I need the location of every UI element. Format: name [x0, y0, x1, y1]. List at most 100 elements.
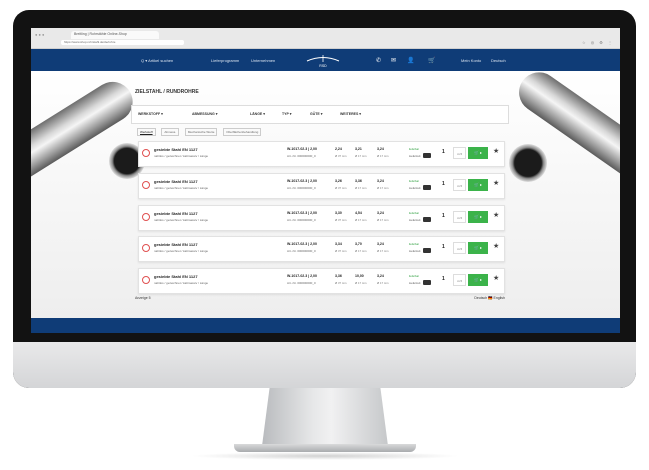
value-1-sub: Ø 37 mm	[335, 186, 347, 190]
quantity-value[interactable]: 1	[442, 181, 445, 187]
tab-mechanische-werte[interactable]: Mechanische Werte	[184, 128, 218, 136]
truck-icon	[423, 185, 431, 190]
quantity-value[interactable]: 1	[442, 213, 445, 219]
stock-status: lieferbar	[409, 147, 420, 151]
account-link[interactable]: Mein Konto	[461, 58, 481, 63]
value-1: 3,26	[335, 179, 342, 183]
favorite-icon[interactable]: ★	[493, 180, 499, 188]
truck-icon	[423, 280, 431, 285]
product-row[interactable]: gesiebte Stahl EN 1127 nahtlos / gezeichn…	[138, 173, 505, 199]
filter-werkstoff[interactable]: WERKSTOFF ▾	[138, 112, 163, 116]
product-code: W-1017-02.3 | 2,00	[287, 242, 317, 246]
product-code: W-1017-02.3 | 2,00	[287, 274, 317, 278]
tab-oberflaeche[interactable]: Oberflächenbehandlung	[223, 128, 262, 136]
add-to-cart-button[interactable]: 🛒 ▸	[468, 242, 488, 254]
filter-abmessung[interactable]: ABMESSUNG ▾	[192, 112, 217, 116]
user-icon[interactable]: 👤	[407, 57, 414, 64]
logo-text: RSD	[319, 64, 327, 68]
tab-abmessung[interactable]: Abmess.	[161, 128, 180, 136]
browser-tab[interactable]: Breitling | Rohrstähle Online-Shop	[71, 31, 159, 39]
favorite-icon[interactable]: ★	[493, 212, 499, 220]
window-controls[interactable]: ● ● ●	[35, 32, 44, 37]
product-row[interactable]: gesiebte Stahl EN 1127 nahtlos / gezeichn…	[138, 141, 505, 167]
article-number: Art.-Nr. 000000000_0	[287, 186, 316, 190]
product-name[interactable]: gesiebte Stahl EN 1127	[154, 211, 198, 216]
product-code: W-1017-02.3 | 2,00	[287, 211, 317, 215]
select-radio[interactable]	[142, 276, 150, 284]
add-to-cart-button[interactable]: 🛒 ▸	[468, 274, 488, 286]
browser-toolbar-icons[interactable]: ☆ ◎ ⚙ ⋮	[582, 40, 614, 45]
product-name[interactable]: gesiebte Stahl EN 1127	[154, 274, 198, 279]
product-row[interactable]: gesiebte Stahl EN 1127 nahtlos / gezeichn…	[138, 205, 505, 231]
imac-stand-base	[234, 444, 416, 452]
product-row[interactable]: gesiebte Stahl EN 1127 nahtlos / gezeichn…	[138, 236, 505, 262]
mail-icon[interactable]: ✉	[391, 57, 396, 64]
unit-select[interactable]: m ▾	[453, 179, 466, 191]
value-1-sub: Ø 37 mm	[335, 249, 347, 253]
stock-status: lieferbar	[409, 242, 420, 246]
language-switch[interactable]: Deutsch 🇩🇪 English	[474, 296, 505, 300]
sub-tabs: Werkstoff Abmess. Mechanische Werte Ober…	[137, 128, 266, 136]
unit-select[interactable]: m ▾	[453, 242, 466, 254]
product-description: nahtlos / gezeichnet / kaltmassiv / Läng…	[154, 218, 209, 222]
favorite-icon[interactable]: ★	[493, 148, 499, 156]
unit-select[interactable]: m ▾	[453, 274, 466, 286]
quantity-value[interactable]: 1	[442, 276, 445, 282]
filter-typ[interactable]: TYP ▾	[282, 112, 291, 116]
browser-chrome: ● ● ● Breitling | Rohrstähle Online-Shop…	[31, 28, 620, 49]
quantity-value[interactable]: 1	[442, 244, 445, 250]
filter-bar: WERKSTOFF ▾ ABMESSUNG ▾ LÄNGE ▾ TYP ▾ GÜ…	[131, 105, 509, 124]
filter-laenge[interactable]: LÄNGE ▾	[250, 112, 265, 116]
filter-guete[interactable]: GÜTE ▾	[310, 112, 322, 116]
language-link[interactable]: Deutsch	[491, 58, 506, 63]
value-2-sub: Ø 17 mm	[355, 186, 367, 190]
product-row[interactable]: gesiebte Stahl EN 1127 nahtlos / gezeichn…	[138, 268, 505, 294]
select-radio[interactable]	[142, 149, 150, 157]
truck-icon	[423, 153, 431, 158]
select-radio[interactable]	[142, 244, 150, 252]
value-1: 3,34	[335, 242, 342, 246]
product-name[interactable]: gesiebte Stahl EN 1127	[154, 147, 198, 152]
filter-weiteres[interactable]: WEITERES ▾	[340, 112, 361, 116]
brand-logo[interactable]: RSD	[303, 52, 343, 68]
value-2: 3,70	[355, 242, 362, 246]
quantity-value[interactable]: 1	[442, 149, 445, 155]
nav-link-lieferprogramm[interactable]: Lieferprogramm	[211, 58, 239, 63]
page-title: ZIELSTAHL / RUNDROHRE	[135, 89, 199, 95]
add-to-cart-button[interactable]: 🛒 ▸	[468, 179, 488, 191]
product-description: nahtlos / gezeichnet / kaltmassiv / Läng…	[154, 249, 209, 253]
phone-icon[interactable]: ✆	[376, 57, 381, 64]
value-3: 3,24	[377, 179, 384, 183]
value-2-sub: Ø 17 mm	[355, 249, 367, 253]
tab-werkstoff[interactable]: Werkstoff	[137, 128, 156, 136]
truck-icon	[423, 248, 431, 253]
add-to-cart-button[interactable]: 🛒 ▸	[468, 147, 488, 159]
unit-select[interactable]: m ▾	[453, 147, 466, 159]
add-to-cart-button[interactable]: 🛒 ▸	[468, 211, 488, 223]
select-radio[interactable]	[142, 181, 150, 189]
article-number: Art.-Nr. 000000000_0	[287, 249, 316, 253]
favorite-icon[interactable]: ★	[493, 243, 499, 251]
select-radio[interactable]	[142, 213, 150, 221]
article-number: Art.-Nr. 000000000_0	[287, 218, 316, 222]
delivery-time: Lieferzeit	[409, 154, 421, 158]
value-2: 10,00	[355, 274, 364, 278]
value-3-sub: Ø 17 mm	[377, 249, 389, 253]
unit-select[interactable]: m ▾	[453, 211, 466, 223]
stand-shadow	[190, 452, 460, 460]
value-1-sub: Ø 37 mm	[335, 154, 347, 158]
value-3: 3,24	[377, 211, 384, 215]
product-name[interactable]: gesiebte Stahl EN 1127	[154, 179, 198, 184]
favorite-icon[interactable]: ★	[493, 275, 499, 283]
search-button[interactable]: Q ▾ Artikel suchen	[141, 58, 173, 63]
nav-link-unternehmen[interactable]: Unternehmen	[251, 58, 275, 63]
value-2: 3,36	[355, 179, 362, 183]
product-name[interactable]: gesiebte Stahl EN 1127	[154, 242, 198, 247]
value-2-sub: Ø 17 mm	[355, 218, 367, 222]
cart-icon[interactable]: 🛒	[428, 57, 435, 64]
result-count[interactable]: Anzeige 5	[135, 296, 151, 300]
list-footer: Anzeige 5 Deutsch 🇩🇪 English	[135, 296, 505, 300]
address-bar[interactable]: https://www.shop.rohrstahl.de/de/rohre	[61, 40, 184, 45]
content-area: ZIELSTAHL / RUNDROHRE WERKSTOFF ▾ ABMESS…	[31, 64, 620, 319]
value-3-sub: Ø 17 mm	[377, 218, 389, 222]
